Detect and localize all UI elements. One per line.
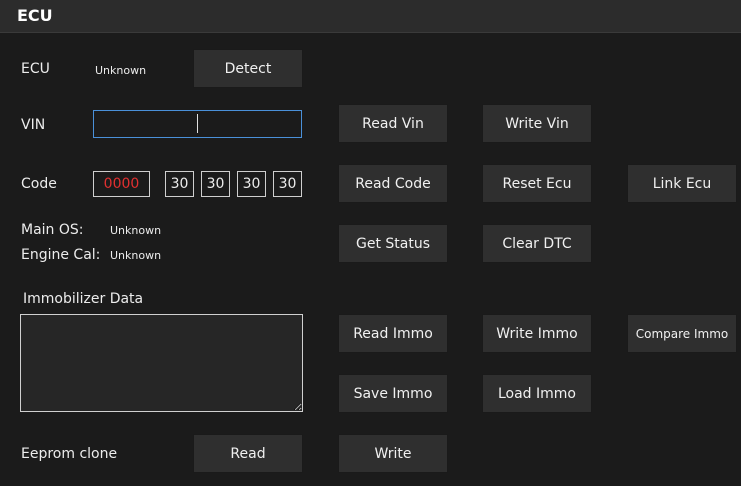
code-byte-2[interactable]: 30 xyxy=(201,171,230,197)
read-code-button[interactable]: Read Code xyxy=(338,164,448,203)
engine-cal-label: Engine Cal: xyxy=(21,247,101,263)
clear-dtc-button[interactable]: Clear DTC xyxy=(482,224,592,263)
read-immo-button[interactable]: Read Immo xyxy=(338,314,448,353)
read-vin-button[interactable]: Read Vin xyxy=(338,104,448,143)
eeprom-write-button[interactable]: Write xyxy=(338,434,448,473)
link-ecu-button[interactable]: Link Ecu xyxy=(627,164,737,203)
compare-immo-button[interactable]: Compare Immo xyxy=(627,314,737,353)
write-immo-button[interactable]: Write Immo xyxy=(482,314,592,353)
code-byte-1[interactable]: 30 xyxy=(165,171,194,197)
ecu-value: Unknown xyxy=(95,64,147,77)
load-immo-button[interactable]: Load Immo xyxy=(482,374,592,413)
vin-label: VIN xyxy=(21,117,46,133)
code-byte-3[interactable]: 30 xyxy=(237,171,266,197)
main-os-label: Main OS: xyxy=(21,222,84,238)
engine-cal-value: Unknown xyxy=(110,249,162,262)
eeprom-read-button[interactable]: Read xyxy=(193,434,303,473)
text-cursor xyxy=(197,114,198,133)
eeprom-clone-label: Eeprom clone xyxy=(21,446,118,462)
main-os-value: Unknown xyxy=(110,224,162,237)
detect-button[interactable]: Detect xyxy=(193,49,303,88)
get-status-button[interactable]: Get Status xyxy=(338,224,448,263)
save-immo-button[interactable]: Save Immo xyxy=(338,374,448,413)
window-title: ECU xyxy=(17,6,53,25)
reset-ecu-button[interactable]: Reset Ecu xyxy=(482,164,592,203)
pin-code-field[interactable]: 0000 xyxy=(93,171,150,197)
title-bar: ECU xyxy=(0,0,741,33)
immobilizer-label: Immobilizer Data xyxy=(23,291,144,307)
ecu-label: ECU xyxy=(21,61,50,77)
write-vin-button[interactable]: Write Vin xyxy=(482,104,592,143)
immobilizer-data-textarea[interactable] xyxy=(20,314,303,412)
code-byte-4[interactable]: 30 xyxy=(273,171,302,197)
code-label: Code xyxy=(21,176,57,192)
